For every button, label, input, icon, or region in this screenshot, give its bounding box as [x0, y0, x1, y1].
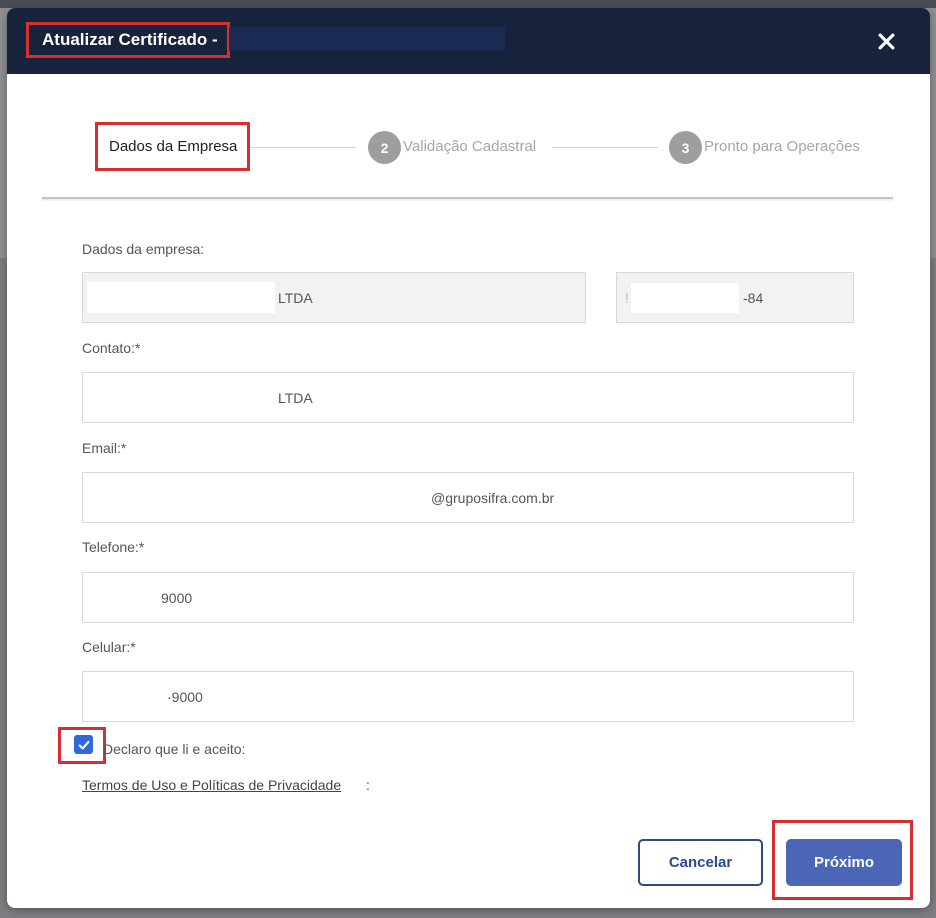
email-label: Email:*	[82, 440, 127, 456]
email-input[interactable]: @gruposifra.com.br	[82, 472, 854, 523]
redacted-area	[631, 283, 739, 313]
company-name-value: LTDA	[278, 289, 313, 306]
step-2-number: 2	[368, 131, 401, 164]
company-doc-value: -84	[743, 289, 764, 306]
close-icon	[878, 33, 894, 49]
terms-colon: :	[366, 777, 370, 793]
step-connector	[552, 147, 658, 148]
check-icon	[78, 740, 89, 750]
cancel-button[interactable]: Cancelar	[638, 839, 763, 886]
step-3-label: Pronto para Operações	[704, 138, 860, 155]
terms-link[interactable]: Termos de Uso e Políticas de Privacidade	[82, 777, 341, 793]
stepper-divider	[42, 197, 893, 199]
phone-value: 9000	[161, 589, 193, 606]
company-name-field: LTDA	[82, 272, 586, 323]
backdrop-top	[0, 0, 936, 8]
next-button[interactable]: Próximo	[786, 839, 902, 886]
step-3-number: 3	[669, 131, 702, 164]
phone-input[interactable]: 9000	[82, 572, 854, 623]
redacted-area	[87, 282, 275, 313]
mobile-input[interactable]: ·9000	[82, 671, 854, 722]
modal-header: Atualizar Certificado -	[7, 8, 930, 74]
mobile-value: ·9000	[167, 688, 203, 705]
close-button[interactable]	[869, 24, 903, 58]
step-connector	[250, 147, 356, 148]
contact-value: LTDA	[278, 389, 313, 406]
contact-label: Contato:*	[82, 340, 141, 356]
step-2-label: Validação Cadastral	[403, 138, 537, 155]
company-label: Dados da empresa:	[82, 241, 205, 257]
stepper: Dados da Empresa 2 Validação Cadastral 3…	[7, 74, 930, 204]
mobile-label: Celular:*	[82, 639, 136, 655]
phone-label: Telefone:*	[82, 539, 145, 555]
contact-input[interactable]: LTDA	[82, 372, 854, 423]
company-doc-prefix: !	[625, 289, 629, 306]
step-1-label: Dados da Empresa	[109, 138, 238, 155]
email-value: @gruposifra.com.br	[431, 489, 555, 506]
update-certificate-modal: Atualizar Certificado - Dados da Empresa…	[7, 8, 930, 908]
company-doc-field: ! -84	[616, 272, 854, 323]
title-highlight: Atualizar Certificado -	[26, 22, 230, 58]
step-1-highlight[interactable]: Dados da Empresa	[95, 122, 250, 171]
declaration-label: Declaro que li e aceito:	[103, 741, 246, 757]
terms-checkbox[interactable]	[74, 735, 93, 754]
modal-title: Atualizar Certificado -	[42, 30, 218, 49]
title-redacted-area	[229, 27, 505, 51]
